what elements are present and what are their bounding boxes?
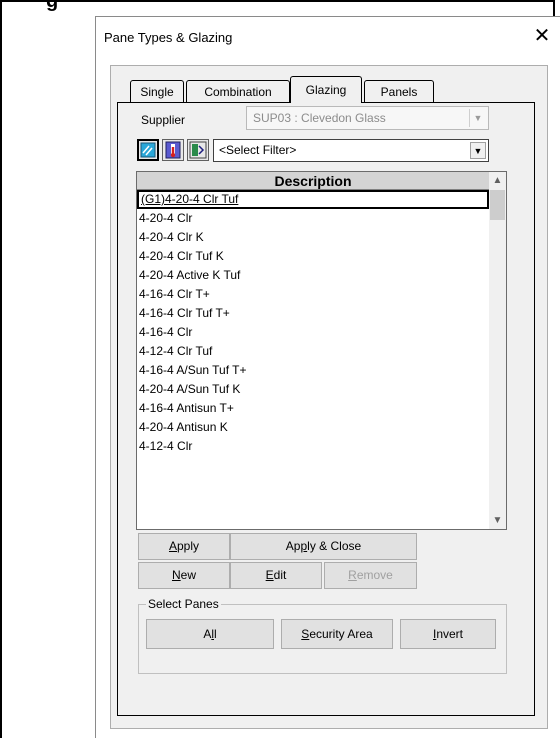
remove-label: emove — [356, 568, 393, 582]
glazing-list[interactable]: Description (G1)4-20-4 Clr Tuf 4-20-4 Clr… — [136, 171, 507, 530]
remove-mnemonic: R — [348, 568, 357, 582]
background-window-title: g — [46, 0, 59, 12]
tab-panels[interactable]: Panels — [364, 80, 434, 102]
background-window-border — [0, 0, 555, 2]
glass-filter-icon — [140, 142, 156, 158]
chevron-up-icon[interactable]: ▲ — [489, 172, 506, 189]
filter-value: <Select Filter> — [219, 143, 297, 157]
list-item[interactable]: 4-20-4 Active K Tuf — [137, 266, 489, 285]
supplier-select[interactable]: SUP03 : Clevedon Glass ▼ — [246, 106, 489, 130]
vertical-scrollbar[interactable]: ▲ ▼ — [489, 172, 506, 529]
remove-button[interactable]: Remove — [324, 562, 417, 589]
edit-label: dit — [273, 568, 287, 582]
list-item[interactable]: 4-16-4 Clr — [137, 323, 489, 342]
column-header-description[interactable]: Description — [137, 172, 489, 190]
apply-close-button[interactable]: Apply & Close — [230, 533, 417, 560]
list-item[interactable]: 4-16-4 A/Sun Tuf T+ — [137, 361, 489, 380]
tab-single[interactable]: Single — [130, 80, 184, 102]
list-item[interactable]: 4-20-4 Clr Tuf K — [137, 247, 489, 266]
list-item[interactable]: 4-16-4 Clr T+ — [137, 285, 489, 304]
thermal-filter-button[interactable] — [162, 139, 184, 161]
apply-close-label: Apply & Close — [285, 539, 362, 553]
chevron-down-icon: ▼ — [470, 142, 486, 159]
filter-select[interactable]: <Select Filter> ▼ — [213, 139, 489, 162]
list-item[interactable]: 4-12-4 Clr Tuf — [137, 342, 489, 361]
supplier-value: SUP03 : Clevedon Glass — [253, 111, 386, 125]
select-panes-label: Select Panes — [146, 597, 221, 611]
security-area-label: ecurity Area — [309, 627, 373, 641]
acoustic-filter-button[interactable] — [187, 139, 209, 161]
dialog-client-area: Single Combination Glazing Panels Suppli… — [110, 65, 548, 729]
tab-glazing[interactable]: Glazing — [290, 76, 362, 103]
close-icon[interactable]: ✕ — [530, 24, 554, 48]
edit-button[interactable]: Edit — [230, 562, 322, 589]
acoustic-filter-icon — [189, 141, 207, 159]
supplier-label: Supplier — [141, 113, 186, 127]
list-item[interactable]: 4-12-4 Clr — [137, 437, 489, 456]
list-item[interactable]: 4-16-4 Clr Tuf T+ — [137, 304, 489, 323]
apply-label: pply — [177, 539, 200, 553]
invert-button[interactable]: Invert — [400, 619, 496, 649]
list-item[interactable]: 4-20-4 Clr K — [137, 228, 489, 247]
edit-mnemonic: E — [265, 568, 274, 582]
tab-combination[interactable]: Combination — [186, 80, 290, 102]
new-mnemonic: N — [171, 568, 181, 582]
apply-mnemonic: A — [168, 539, 177, 553]
list-item[interactable]: 4-16-4 Antisun T+ — [137, 399, 489, 418]
pane-types-glazing-dialog: Pane Types & Glazing ✕ Single Combinatio… — [95, 16, 560, 738]
apply-button[interactable]: Apply — [138, 533, 230, 560]
dialog-title: Pane Types & Glazing — [104, 30, 233, 45]
security-area-button[interactable]: Security Area — [281, 619, 393, 649]
chevron-down-icon: ▼ — [469, 109, 486, 127]
list-item[interactable]: (G1)4-20-4 Clr Tuf — [137, 190, 489, 209]
new-label: ew — [180, 568, 196, 582]
list-item[interactable]: 4-20-4 Antisun K — [137, 418, 489, 437]
chevron-down-icon[interactable]: ▼ — [489, 512, 506, 529]
thermal-filter-icon — [165, 141, 181, 159]
glass-filter-button[interactable] — [137, 139, 159, 161]
select-all-label: All — [203, 627, 217, 641]
new-button[interactable]: New — [138, 562, 230, 589]
invert-label: nvert — [436, 627, 464, 641]
scrollbar-thumb[interactable] — [490, 190, 505, 220]
list-item[interactable]: 4-20-4 Clr — [137, 209, 489, 228]
select-all-button[interactable]: All — [146, 619, 274, 649]
list-rows: (G1)4-20-4 Clr Tuf 4-20-4 Clr 4-20-4 Clr K… — [137, 190, 489, 456]
list-item[interactable]: 4-20-4 A/Sun Tuf K — [137, 380, 489, 399]
